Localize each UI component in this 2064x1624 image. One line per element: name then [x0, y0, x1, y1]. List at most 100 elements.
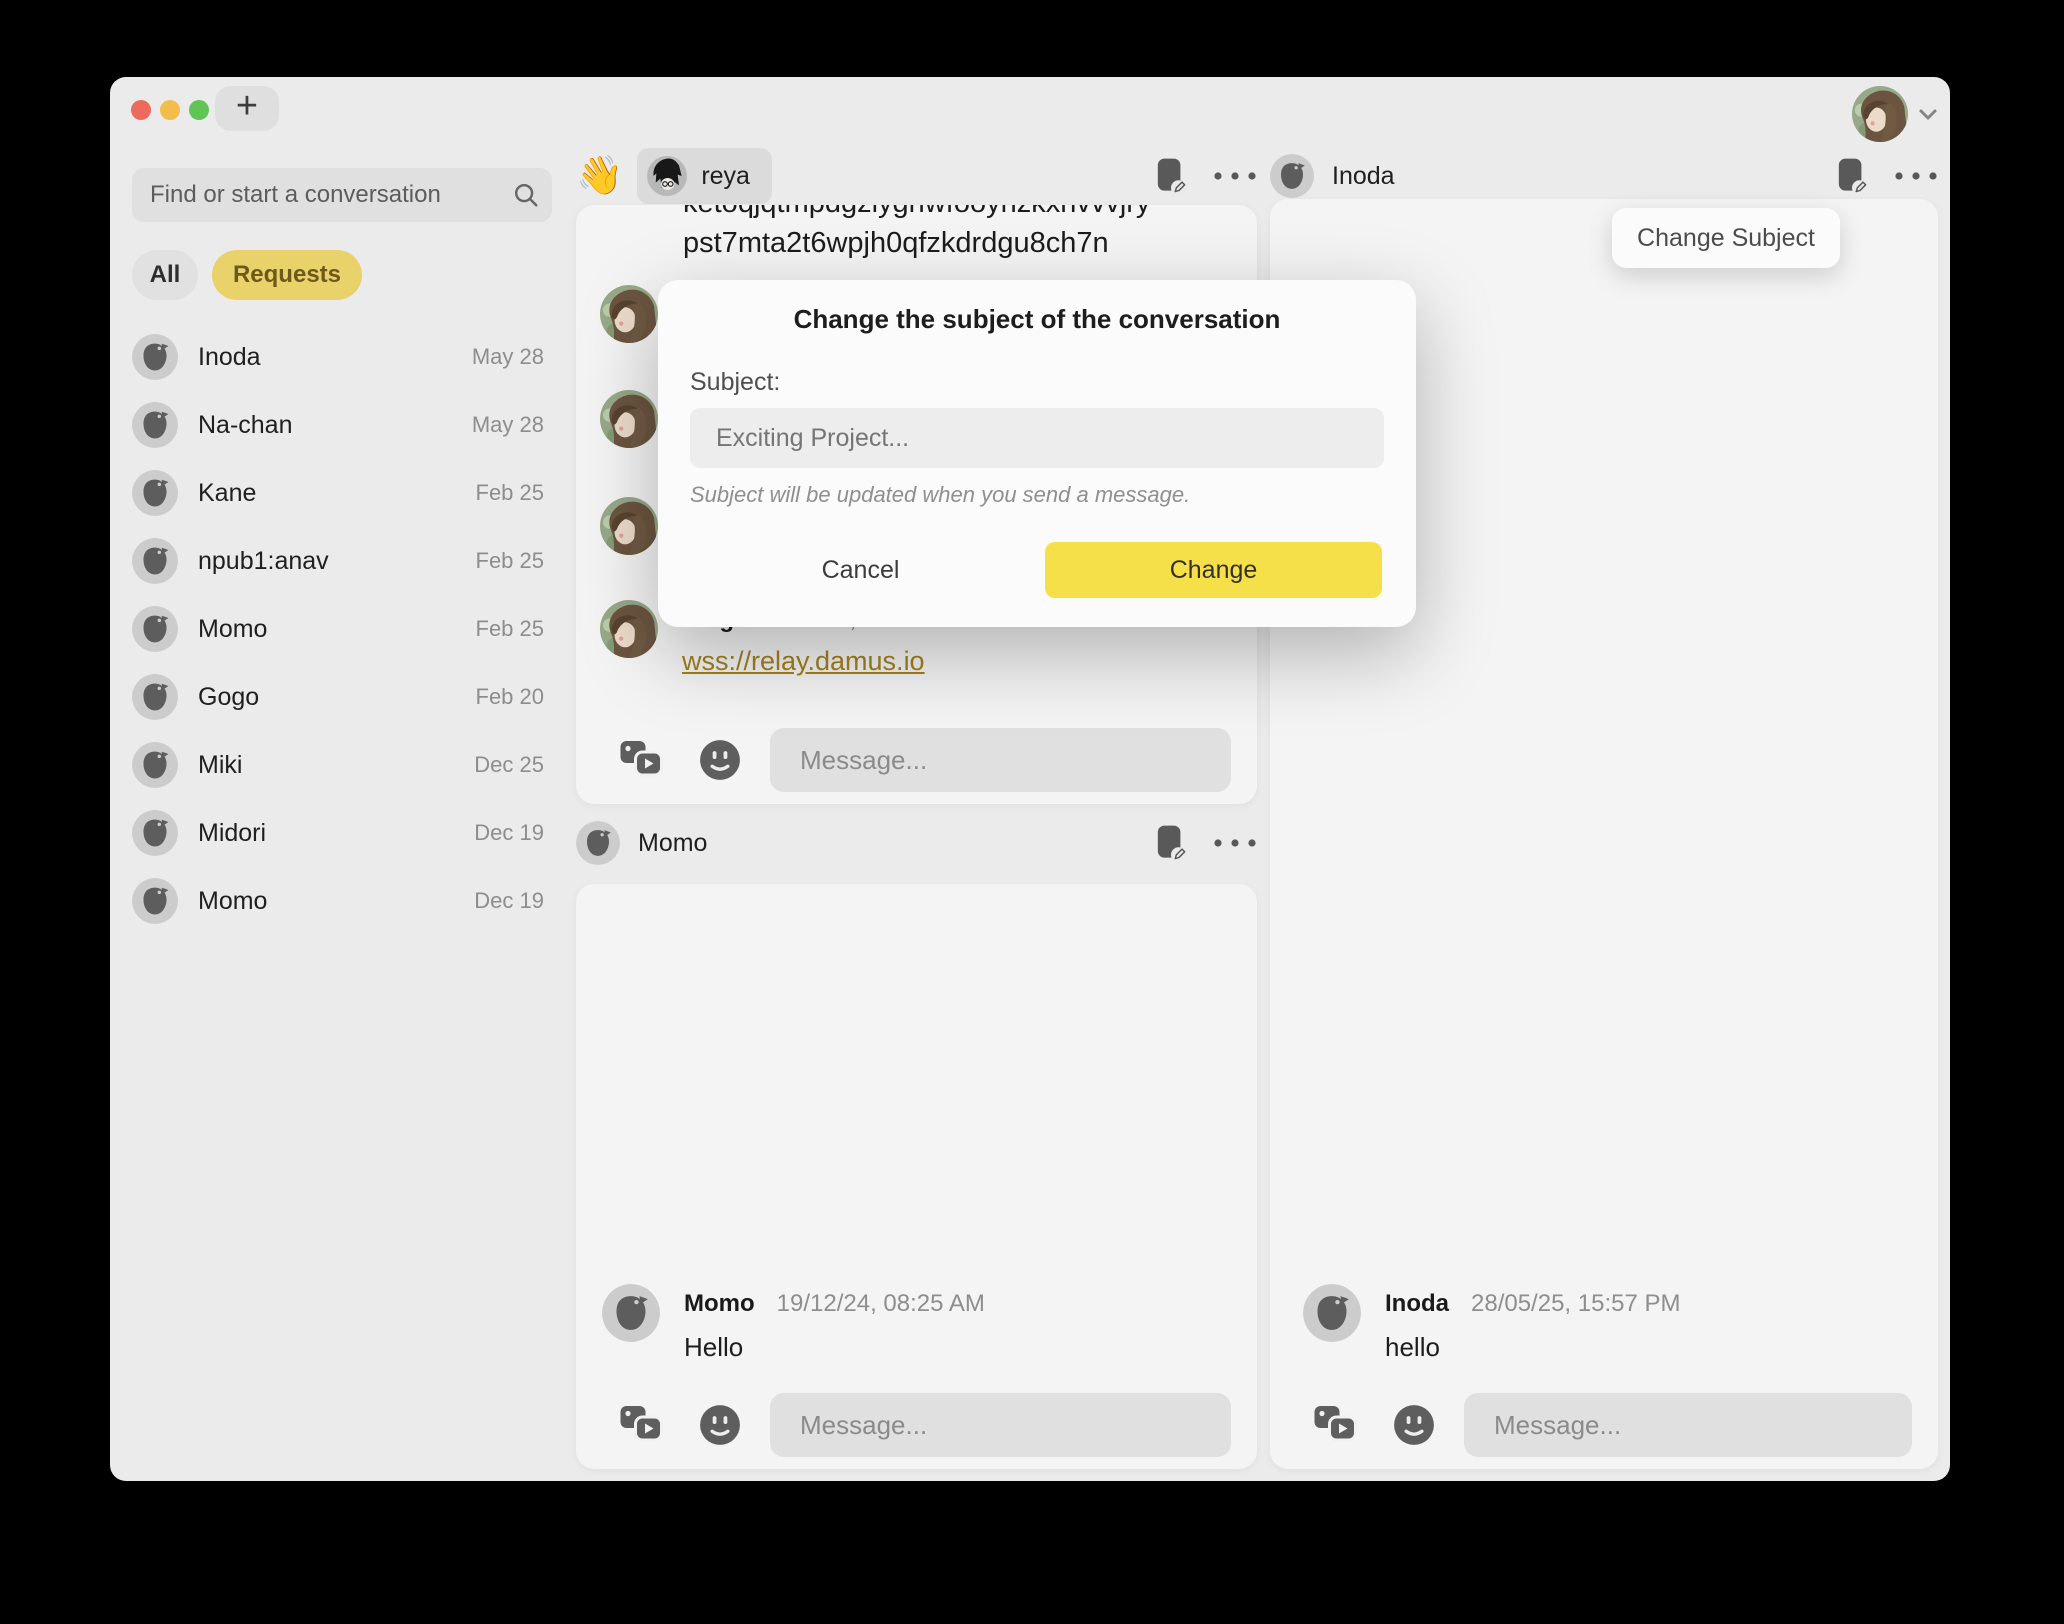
attach-media-icon[interactable] — [618, 1404, 665, 1446]
chat-title-pill-reya[interactable]: reya — [637, 148, 772, 204]
conversation-row-inoda[interactable]: Inoda May 28 — [132, 323, 544, 391]
conversation-name: Gogo — [198, 683, 456, 712]
emoji-picker-icon[interactable] — [698, 1403, 742, 1447]
attach-media-icon[interactable] — [1312, 1404, 1359, 1446]
more-options-icon[interactable] — [1213, 838, 1257, 848]
message-text-npub: pst7mta2t6wpjh0qfzkdrdgu8ch7n — [683, 227, 1109, 260]
chat-header-momo: Momo — [576, 819, 1257, 867]
tab-requests[interactable]: Requests — [212, 250, 362, 300]
conversation-date: Dec 19 — [474, 888, 544, 914]
change-subject-icon[interactable] — [1155, 156, 1187, 197]
message-row: Inoda 28/05/25, 15:57 PM hello — [1303, 1284, 1680, 1363]
change-subject-icon[interactable] — [1155, 823, 1187, 864]
conversation-name: Na-chan — [198, 411, 452, 440]
message-input[interactable] — [1464, 1393, 1912, 1457]
chat-header-inoda: Inoda — [1270, 147, 1938, 205]
default-avatar — [132, 674, 178, 720]
message-row: Momo 19/12/24, 08:25 AM Hello — [602, 1284, 985, 1363]
default-avatar — [576, 821, 620, 865]
conversation-name: Momo — [198, 615, 456, 644]
conversation-date: Feb 25 — [476, 616, 545, 642]
conversation-row-kane[interactable]: Kane Feb 25 — [132, 459, 544, 527]
user-account-menu[interactable] — [1852, 85, 1944, 143]
change-subject-icon[interactable] — [1836, 156, 1868, 197]
chevron-down-icon — [1916, 102, 1940, 126]
search-input[interactable] — [132, 168, 552, 222]
sidebar-search — [132, 168, 552, 222]
zoom-button[interactable] — [189, 100, 209, 120]
conversation-date: Dec 19 — [474, 820, 544, 846]
cancel-button[interactable]: Cancel — [788, 542, 933, 598]
chat-header-reya: 👋 reya — [576, 147, 1257, 205]
relay-link[interactable]: wss://relay.damus.io — [682, 646, 925, 677]
app-window: + All Requests Inoda May 28 Na-chan May … — [110, 77, 1950, 1481]
conversation-row-midori[interactable]: Midori Dec 19 — [132, 799, 544, 867]
search-icon — [512, 181, 540, 209]
default-avatar — [132, 742, 178, 788]
user-avatar — [1852, 86, 1908, 142]
new-conversation-button[interactable]: + — [215, 86, 279, 131]
default-avatar — [132, 402, 178, 448]
message-sender: Inoda — [1385, 1290, 1449, 1318]
chat-title: reya — [701, 162, 750, 191]
conversation-date: Feb 25 — [476, 480, 545, 506]
default-avatar — [1303, 1284, 1361, 1342]
conversation-name: Inoda — [198, 343, 452, 372]
tab-all[interactable]: All — [132, 250, 198, 300]
message-timestamp: 28/05/25, 15:57 PM — [1471, 1290, 1680, 1318]
conversation-list: Inoda May 28 Na-chan May 28 Kane Feb 25 … — [132, 323, 544, 935]
filter-tabs: All Requests — [132, 250, 362, 300]
message-text: hello — [1385, 1332, 1680, 1363]
close-button[interactable] — [131, 100, 151, 120]
chat-title: Momo — [638, 829, 707, 858]
more-options-icon[interactable] — [1894, 171, 1938, 181]
message-compose-bar — [1312, 1393, 1912, 1457]
message-sender: Momo — [684, 1290, 755, 1318]
change-subject-tooltip: Change Subject — [1612, 208, 1840, 268]
conversation-name: Miki — [198, 751, 454, 780]
message-avatar — [600, 497, 658, 555]
message-avatar — [600, 285, 658, 343]
message-text-clipped: ketoqjqtmpdgzlygnwfooynzkxnvvvjry — [683, 205, 1150, 221]
default-avatar — [132, 606, 178, 652]
change-button[interactable]: Change — [1045, 542, 1382, 598]
conversation-row-npub1anav[interactable]: npub1:anav Feb 25 — [132, 527, 544, 595]
message-input[interactable] — [770, 728, 1231, 792]
chat-panel-momo: Momo 19/12/24, 08:25 AM Hello — [576, 884, 1257, 1469]
conversation-date: May 28 — [472, 412, 544, 438]
conversation-row-momo[interactable]: Momo Feb 25 — [132, 595, 544, 663]
emoji-picker-icon[interactable] — [698, 738, 742, 782]
message-input[interactable] — [770, 1393, 1231, 1457]
minimize-button[interactable] — [160, 100, 180, 120]
conversation-name: Midori — [198, 819, 454, 848]
subject-label: Subject: — [690, 368, 780, 397]
attach-media-icon[interactable] — [618, 739, 665, 781]
default-avatar — [132, 334, 178, 380]
conversation-name: npub1:anav — [198, 547, 456, 576]
message-avatar — [600, 600, 658, 658]
conversation-date: Feb 20 — [476, 684, 545, 710]
conversation-name: Kane — [198, 479, 456, 508]
default-avatar — [132, 878, 178, 924]
more-options-icon[interactable] — [1213, 171, 1257, 181]
conversation-date: Dec 25 — [474, 752, 544, 778]
conversation-row-miki[interactable]: Miki Dec 25 — [132, 731, 544, 799]
dialog-title: Change the subject of the conversation — [658, 304, 1416, 335]
wave-emoji-icon: 👋 — [576, 154, 623, 198]
message-text: Hello — [684, 1332, 985, 1363]
conversation-row-gogo[interactable]: Gogo Feb 20 — [132, 663, 544, 731]
conversation-row-na-chan[interactable]: Na-chan May 28 — [132, 391, 544, 459]
conversation-date: May 28 — [472, 344, 544, 370]
conversation-row-momo-2[interactable]: Momo Dec 19 — [132, 867, 544, 935]
default-avatar — [1270, 154, 1314, 198]
message-compose-bar — [618, 1393, 1231, 1457]
screen: + All Requests Inoda May 28 Na-chan May … — [0, 0, 2064, 1624]
emoji-picker-icon[interactable] — [1392, 1403, 1436, 1447]
message-timestamp: 19/12/24, 08:25 AM — [777, 1290, 985, 1318]
chat-title: Inoda — [1332, 162, 1395, 191]
reya-avatar — [647, 156, 687, 196]
conversation-name: Momo — [198, 887, 454, 916]
conversation-date: Feb 25 — [476, 548, 545, 574]
subject-input[interactable] — [690, 408, 1384, 468]
default-avatar — [602, 1284, 660, 1342]
